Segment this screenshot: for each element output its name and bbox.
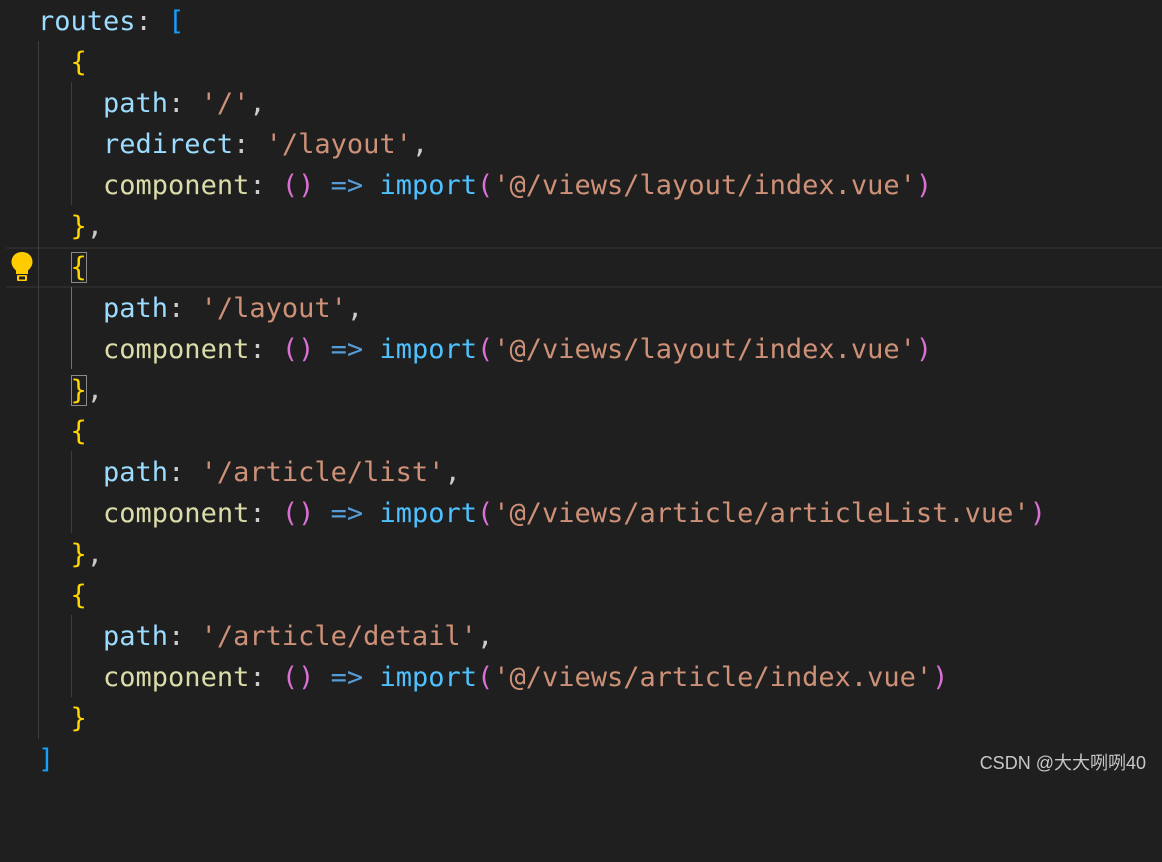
token-comma: , bbox=[86, 539, 104, 570]
code-line-10: }, bbox=[0, 370, 1162, 411]
token-bracket: ) bbox=[1029, 498, 1046, 529]
token-function-property: component bbox=[103, 334, 250, 365]
token-bracket: { bbox=[70, 47, 87, 78]
token-bracket: ( bbox=[476, 498, 494, 529]
token-property: path bbox=[103, 293, 169, 324]
token-comma: , bbox=[249, 88, 266, 119]
token-string: '/article/list' bbox=[200, 457, 445, 488]
token-arrow: => bbox=[330, 662, 364, 693]
token-bracket: [ bbox=[168, 6, 185, 37]
token-arrow: => bbox=[330, 170, 364, 201]
token-import: import bbox=[379, 334, 477, 365]
code-line-1: routes: [ bbox=[0, 1, 1162, 42]
token-colon: : bbox=[233, 129, 250, 160]
token-bracket: } bbox=[70, 703, 87, 734]
token-bracket: ) bbox=[915, 334, 933, 365]
token-parens: () bbox=[281, 170, 315, 201]
token-import: import bbox=[379, 498, 477, 529]
code-line-15: { bbox=[0, 575, 1162, 616]
token-bracket: } bbox=[70, 211, 87, 242]
token-import: import bbox=[379, 662, 477, 693]
code-line-3: path: '/', bbox=[0, 83, 1162, 124]
token-bracket: ( bbox=[476, 170, 494, 201]
code-line-11: { bbox=[0, 411, 1162, 452]
code-line-4: redirect: '/layout', bbox=[0, 124, 1162, 165]
code-line-7: { bbox=[0, 247, 1162, 288]
token-property: path bbox=[103, 457, 169, 488]
token-bracket: ( bbox=[476, 334, 494, 365]
code-line-14: }, bbox=[0, 534, 1162, 575]
token-parens: () bbox=[281, 662, 315, 693]
token-comma: , bbox=[86, 375, 104, 406]
token-comma: , bbox=[86, 211, 104, 242]
token-colon: : bbox=[168, 293, 185, 324]
token-colon: : bbox=[249, 498, 266, 529]
token-string: '@/views/article/articleList.vue' bbox=[493, 498, 1030, 529]
code-line-17: component: () => import('@/views/article… bbox=[0, 657, 1162, 698]
code-line-16: path: '/article/detail', bbox=[0, 616, 1162, 657]
token-parens: () bbox=[281, 498, 315, 529]
token-colon: : bbox=[168, 457, 185, 488]
token-colon: : bbox=[249, 170, 266, 201]
token-comma: , bbox=[476, 621, 494, 652]
code-line-8: path: '/layout', bbox=[0, 288, 1162, 329]
token-colon: : bbox=[168, 88, 185, 119]
code-line-18: } bbox=[0, 698, 1162, 739]
code-line-5: component: () => import('@/views/layout/… bbox=[0, 165, 1162, 206]
code-editor[interactable]: routes: [ { path: '/', redirect: '/layou… bbox=[0, 0, 1162, 783]
token-string: '/layout' bbox=[265, 129, 412, 160]
token-colon: : bbox=[249, 334, 266, 365]
token-bracket-matched: { bbox=[70, 252, 87, 283]
code-line-6: }, bbox=[0, 206, 1162, 247]
token-bracket: ( bbox=[476, 662, 494, 693]
token-parens: () bbox=[281, 334, 315, 365]
token-bracket: ) bbox=[932, 662, 949, 693]
token-comma: , bbox=[346, 293, 364, 324]
code-line-9: component: () => import('@/views/layout/… bbox=[0, 329, 1162, 370]
token-function-property: component bbox=[103, 170, 250, 201]
token-function-property: component bbox=[103, 498, 250, 529]
code-line-12: path: '/article/list', bbox=[0, 452, 1162, 493]
token-string: '/layout' bbox=[200, 293, 347, 324]
token-bracket: } bbox=[70, 539, 87, 570]
token-string: '@/views/article/index.vue' bbox=[493, 662, 933, 693]
token-string: '@/views/layout/index.vue' bbox=[493, 334, 916, 365]
token-comma: , bbox=[411, 129, 429, 160]
token-colon: : bbox=[168, 621, 185, 652]
token-string: '/' bbox=[200, 88, 250, 119]
token-bracket: { bbox=[70, 416, 87, 447]
token-string: '/article/detail' bbox=[200, 621, 477, 652]
token-property: path bbox=[103, 88, 169, 119]
token-arrow: => bbox=[330, 498, 364, 529]
token-arrow: => bbox=[330, 334, 364, 365]
token-colon: : bbox=[135, 6, 152, 37]
token-property: redirect bbox=[103, 129, 234, 160]
token-property: routes bbox=[38, 6, 136, 37]
code-line-13: component: () => import('@/views/article… bbox=[0, 493, 1162, 534]
token-bracket: ] bbox=[38, 744, 55, 775]
token-property: path bbox=[103, 621, 169, 652]
token-bracket: ) bbox=[915, 170, 933, 201]
token-import: import bbox=[379, 170, 477, 201]
watermark: CSDN @大大咧咧40 bbox=[979, 753, 1146, 773]
token-comma: , bbox=[444, 457, 461, 488]
code-line-2: { bbox=[0, 42, 1162, 83]
token-bracket-matched: } bbox=[70, 375, 87, 406]
token-bracket: { bbox=[70, 580, 87, 611]
token-function-property: component bbox=[103, 662, 250, 693]
token-colon: : bbox=[249, 662, 266, 693]
token-string: '@/views/layout/index.vue' bbox=[493, 170, 916, 201]
